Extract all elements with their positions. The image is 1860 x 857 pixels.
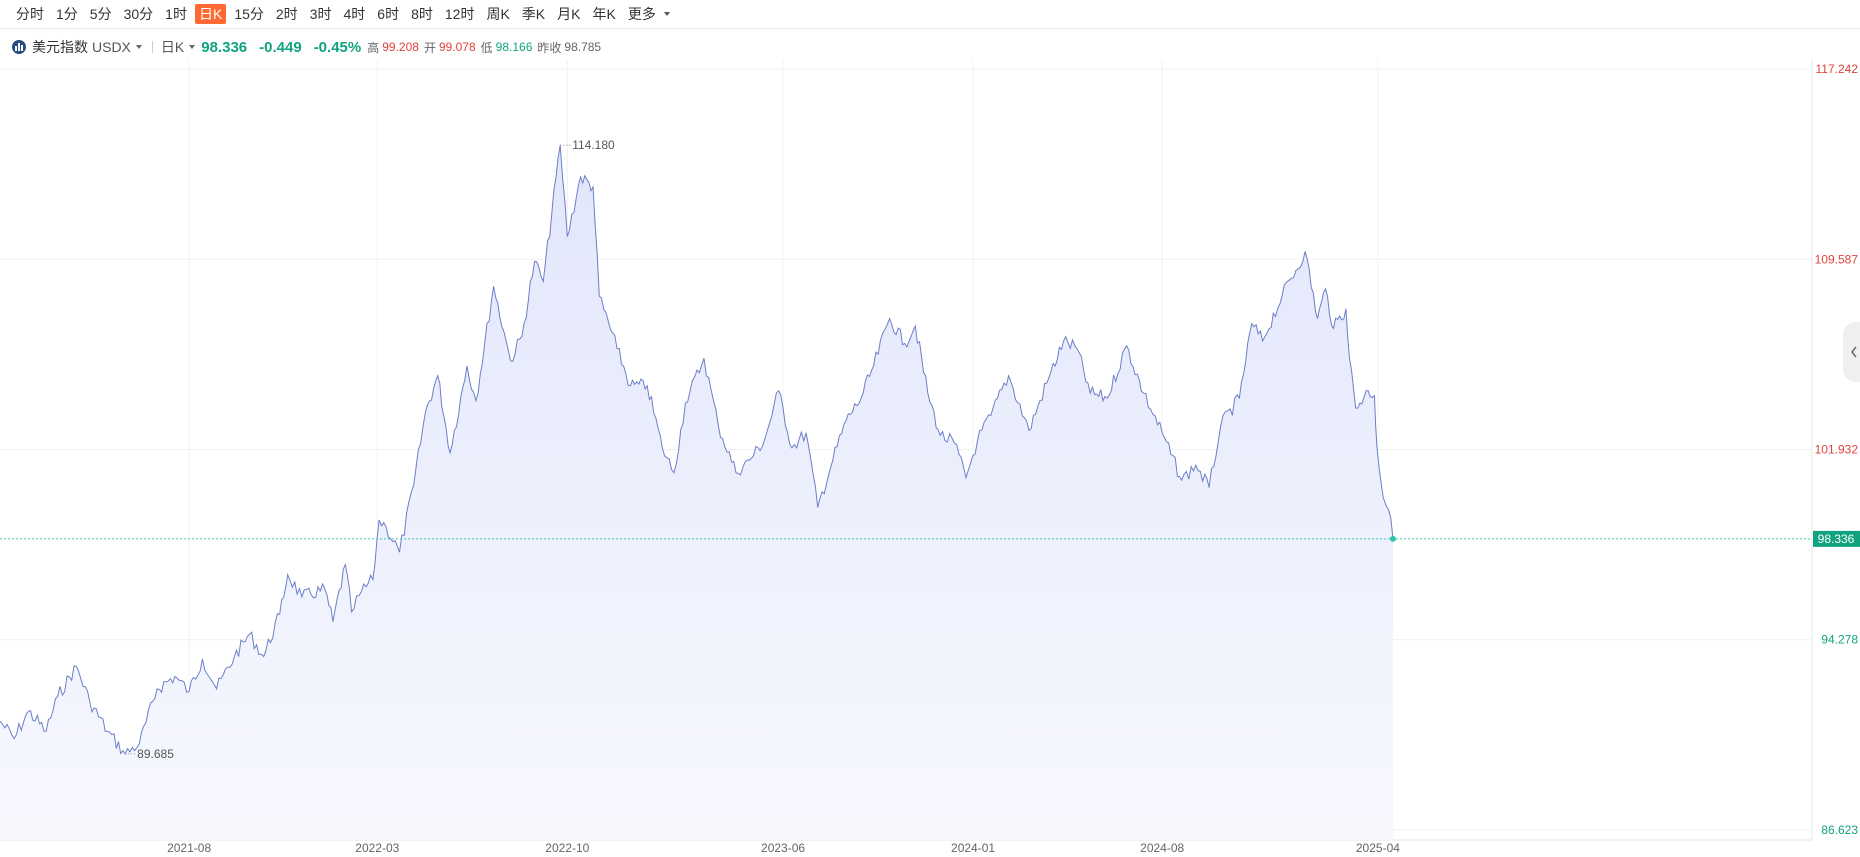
price-chart[interactable]: 2021-08 2022-03 2022-10 2023-06 2024-01 2024-…: [0, 0, 1860, 857]
collapse-panel-button[interactable]: [1843, 322, 1860, 382]
last-price-dot: [1390, 535, 1396, 542]
x-tick-label: 2024-08: [1140, 841, 1184, 855]
y-tick-label: 117.242: [1816, 62, 1859, 76]
x-tick-label: 2025-04: [1356, 841, 1400, 855]
x-tick-label: 2021-08: [167, 841, 211, 855]
y-tick-label: 101.932: [1815, 443, 1859, 457]
chevron-left-icon: [1851, 346, 1857, 358]
annotation-label: 114.180: [572, 138, 615, 152]
y-tick-label: 109.587: [1815, 252, 1859, 266]
annotation-label: 89.685: [137, 747, 174, 761]
y-tick-label: 94.278: [1821, 633, 1858, 647]
x-tick-label: 2022-03: [355, 841, 399, 855]
x-tick-label: 2022-10: [545, 841, 589, 855]
series-area: [0, 145, 1393, 841]
x-tick-label: 2024-01: [951, 841, 995, 855]
x-tick-label: 2023-06: [761, 841, 805, 855]
last-price-label: 98.336: [1818, 532, 1855, 546]
y-tick-label: 86.623: [1821, 823, 1858, 837]
